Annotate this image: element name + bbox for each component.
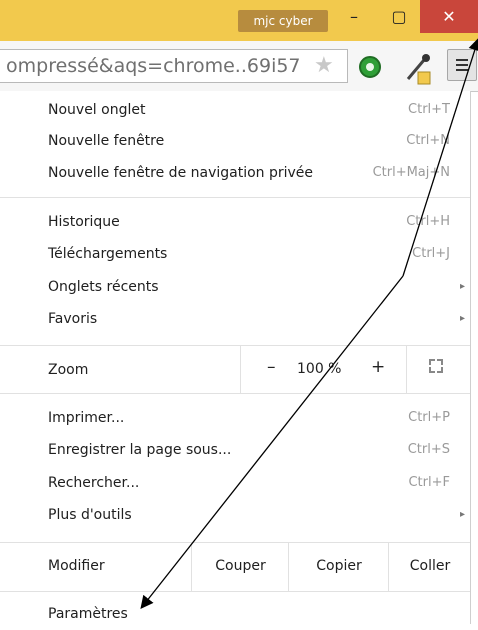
annotation-arrow-to-settings <box>140 275 404 610</box>
annotation-arrow-to-menu-button <box>402 37 478 277</box>
annotation-arrows <box>140 37 478 610</box>
